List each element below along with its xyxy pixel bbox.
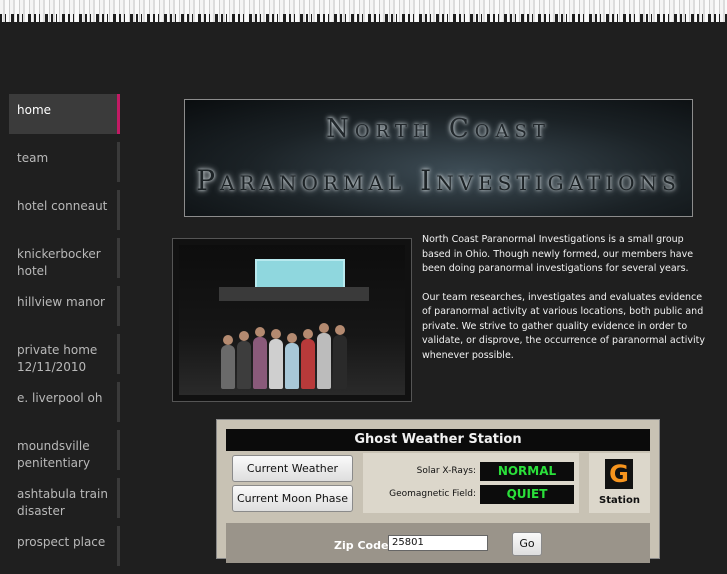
geomagnetic-value: QUIET [480,485,574,504]
zip-go-button[interactable]: Go [512,532,542,556]
solar-xrays-value: NORMAL [480,462,574,481]
banner-line-2: Paranormal Investigations [196,164,681,197]
photo-person [237,331,251,389]
g-station-icon: G [605,459,633,489]
site-banner-logo: North Coast Paranormal Investigations [184,99,693,217]
nav-item-moundsville[interactable]: moundsville penitentiary [9,430,120,470]
zip-code-input[interactable]: 25801 [388,535,488,551]
photo-person [301,329,315,389]
nav-item-ashtabula[interactable]: ashtabula train disaster [9,478,120,518]
nav-item-knickerbocker-hotel[interactable]: knickerbocker hotel [9,238,120,278]
photo-roof [219,287,369,301]
weather-readings: Solar X-Rays: NORMAL Geomagnetic Field: … [363,453,579,513]
g-station-logo[interactable]: G Station [589,453,650,513]
nav-item-home[interactable]: home [9,94,120,134]
photo-person [269,329,283,389]
nav-item-hillview-manor[interactable]: hillview manor [9,286,120,326]
nav-item-prospect-place[interactable]: prospect place [9,526,120,566]
team-photo-image [179,245,405,395]
banner-line-1: North Coast [326,114,551,144]
torn-paper-header [0,0,727,22]
current-weather-button[interactable]: Current Weather [232,455,353,482]
weather-buttons: Current Weather Current Moon Phase [226,451,362,513]
nav-item-label: moundsville penitentiary [17,439,91,470]
nav-item-team[interactable]: team [9,142,120,182]
nav-item-private-home[interactable]: private home 12/11/2010 [9,334,120,374]
nav-item-label: hotel conneaut [17,199,108,213]
nav-item-label: team [17,151,49,165]
solar-xrays-label: Solar X-Rays: [416,466,476,476]
nav-item-label: private home 12/11/2010 [17,343,98,374]
sidebar-nav: home team hotel conneaut knickerbocker h… [9,94,120,574]
intro-paragraph-2: Our team researches, investigates and ev… [422,291,705,361]
weather-title: Ghost Weather Station [226,429,650,451]
photo-person [253,327,267,389]
nav-item-label: e. liverpool oh [17,391,103,405]
nav-item-label: home [17,103,52,117]
moon-phase-button[interactable]: Current Moon Phase [232,485,353,512]
nav-item-e-liverpool[interactable]: e. liverpool oh [9,382,120,422]
nav-item-hotel-conneaut[interactable]: hotel conneaut [9,190,120,230]
photo-person [317,323,331,389]
team-photo [172,238,412,402]
geomagnetic-label: Geomagnetic Field: [389,489,476,499]
ghost-weather-widget: Ghost Weather Station Current Weather Cu… [216,419,660,563]
zip-code-bar: Zip Code: 25801 Go [226,523,650,563]
nav-item-label: knickerbocker hotel [17,247,101,278]
intro-text: North Coast Paranormal Investigations is… [422,233,707,377]
g-station-label: Station [599,495,640,506]
photo-sign [255,259,345,289]
nav-item-label: ashtabula train disaster [17,487,108,518]
zip-code-label: Zip Code: [334,539,393,552]
photo-person [285,333,299,389]
nav-item-label: prospect place [17,535,106,549]
intro-paragraph-1: North Coast Paranormal Investigations is… [422,234,694,274]
photo-person [221,335,235,389]
nav-item-label: hillview manor [17,295,105,309]
photo-person [333,325,347,389]
